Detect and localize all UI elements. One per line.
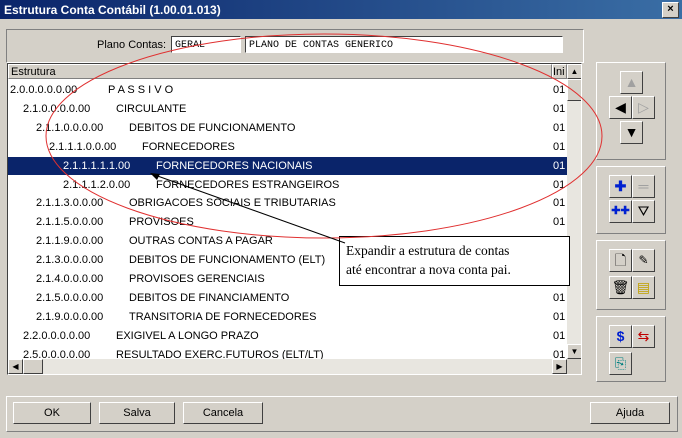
edit-icon[interactable]: ✎ [632,249,655,272]
header-estrutura[interactable]: Estrutura [8,64,552,79]
account-code: 2.1.1.1.2.0.00 [63,178,131,191]
move-right-icon[interactable]: ▷ [632,96,655,119]
tree-row[interactable]: 2.1.1.1.0.0.00 FORNECEDORES 01 [8,138,567,156]
move-down-icon[interactable]: ▼ [620,121,643,144]
tree-header: Estrutura Ini [8,64,581,81]
scroll-down-icon[interactable]: ▼ [567,344,581,359]
account-name: PROVISOES GERENCIAIS [129,273,265,285]
account-name: FORNECEDORES ESTRANGEIROS [156,178,340,191]
collapse-icon[interactable]: ═ [632,175,655,198]
account-code: 2.1.1.5.0.0.00 [36,216,104,229]
account-name: DEBITOS DE FUNCIONAMENTO [129,121,296,134]
account-code: 2.1.9.0.0.0.00 [36,310,104,323]
account-ini: 01 [553,159,566,172]
account-ini: 01 [553,140,566,153]
account-ini: 01 [553,102,566,115]
vertical-scrollbar[interactable]: ▲ ▼ [567,64,581,359]
new-document-icon[interactable]: 🗋 [609,249,632,272]
close-button[interactable]: × [662,2,679,18]
dollar-icon[interactable]: $ [609,325,632,348]
account-name: FORNECEDORES NACIONAIS [156,159,313,172]
salva-button[interactable]: Salva [99,402,175,424]
tree-row[interactable]: 2.0.0.0.0.0.00 P A S S I V O 01 [8,81,567,99]
header-ini[interactable]: Ini [552,64,567,79]
account-code: 2.1.1.3.0.0.00 [36,197,104,210]
account-ini: 01 [553,197,566,210]
ok-button[interactable]: OK [13,402,91,424]
annotation-callout: Expandir a estrutura de contas até encon… [339,236,570,286]
tree-row[interactable]: 2.1.9.0.0.0.00 TRANSITORIA DE FORNECEDORE… [8,308,567,326]
account-name: OBRIGACOES SOCIAIS E TRIBUTARIAS [129,197,336,210]
account-ini: 01 [553,178,566,191]
account-ini: 01 [553,310,566,323]
account-code: 2.1.3.0.0.0.00 [36,254,104,267]
tree-row[interactable]: 2.1.1.1.1.1.00 FORNECEDORES NACIONAIS 01 [8,155,568,176]
account-code: 2.1.1.9.0.0.00 [36,235,104,248]
account-ini: 01 [553,84,566,96]
tree-row[interactable]: 2.1.1.3.0.0.00 OBRIGACOES SOCIAIS E TRIBU… [8,194,567,212]
tree-row[interactable]: 2.1.5.0.0.0.00 DEBITOS DE FINANCIAMENTO 01 [8,289,567,307]
account-name: OUTRAS CONTAS A PAGAR [129,235,273,248]
account-name: DEBITOS DE FINANCIAMENTO [129,291,290,304]
plano-desc-field[interactable]: PLANO DE CONTAS GENERICO [245,36,563,53]
delete-icon[interactable]: 🗑 [609,276,632,299]
account-code: 2.1.1.1.1.1.00 [63,159,131,172]
callout-line-1: Expandir a estrutura de contas [346,243,510,258]
expand-all-icon[interactable]: ✚✚ [609,200,632,223]
callout-line-2: até encontrar a nova conta pai. [346,262,511,277]
account-ini: 01 [553,216,566,229]
account-name: TRANSITORIA DE FORNECEDORES [129,310,317,323]
account-code: 2.1.0.0.0.0.00 [23,102,91,115]
plano-contas-group: Plano Contas: GERAL PLANO DE CONTAS GENE… [6,29,584,63]
edit-toolbar: 🗋 ✎ 🗑 ▤ [596,240,666,310]
scroll-right-icon[interactable]: ▶ [552,359,567,374]
account-code: 2.1.4.0.0.0.00 [36,273,104,285]
account-name: EXIGIVEL A LONGO PRAZO [116,329,259,342]
filter-icon[interactable]: ⛛ [632,200,655,223]
plano-code-field[interactable]: GERAL [171,36,241,53]
account-code: 2.2.0.0.0.0.00 [23,329,91,342]
account-ini: 01 [553,121,566,134]
ajuda-button[interactable]: Ajuda [590,402,670,424]
move-up-icon[interactable]: ▲ [620,71,643,94]
account-ini: 01 [553,329,566,342]
button-bar: OK Salva Cancela Ajuda [6,396,678,432]
title-bar: Estrutura Conta Contábil (1.00.01.013) × [0,0,682,19]
export-icon[interactable]: ⎘ [609,352,632,375]
account-name: PROVISOES [129,216,194,229]
tree-row[interactable]: 2.1.0.0.0.0.00 CIRCULANTE 01 [8,100,567,118]
hscroll-thumb[interactable] [23,359,43,374]
expand-toolbar: ✚ ═ ✚✚ ⛛ [596,166,666,234]
window-title: Estrutura Conta Contábil (1.00.01.013) [4,3,221,17]
navigation-toolbar: ▲ ◀ ▷ ▼ [596,62,666,160]
tree-row[interactable]: 2.1.1.5.0.0.00 PROVISOES 01 [8,213,567,231]
scroll-up-icon[interactable]: ▲ [567,64,581,79]
account-code: 2.1.5.0.0.0.00 [36,291,104,304]
transfer-icon[interactable]: ⇆ [632,325,655,348]
note-icon[interactable]: ▤ [632,276,655,299]
move-left-icon[interactable]: ◀ [609,96,632,119]
account-name: FORNECEDORES [142,140,235,153]
account-code: 2.0.0.0.0.0.00 [10,84,78,96]
tree-row[interactable]: 2.1.1.1.2.0.00 FORNECEDORES ESTRANGEIROS 0… [8,176,567,194]
account-code: 2.1.1.1.0.0.00 [49,140,117,153]
tree-row[interactable]: 2.2.0.0.0.0.00 EXIGIVEL A LONGO PRAZO 01 [8,327,567,345]
plano-contas-label: Plano Contas: [97,39,167,51]
cancela-button[interactable]: Cancela [183,402,263,424]
scroll-thumb[interactable] [567,79,581,101]
account-code: 2.1.1.0.0.0.00 [36,121,104,134]
account-tree[interactable]: Estrutura Ini 2.0.0.0.0.0.00 P A S S I V … [7,63,582,375]
extra-toolbar: $ ⇆ ⎘ [596,316,666,382]
tree-row[interactable]: 2.1.1.0.0.0.00 DEBITOS DE FUNCIONAMENTO 01 [8,119,567,137]
scroll-corner [567,359,581,374]
expand-icon[interactable]: ✚ [609,175,632,198]
account-name: CIRCULANTE [116,102,187,115]
account-name: DEBITOS DE FUNCIONAMENTO (ELT) [129,254,326,267]
horizontal-scrollbar[interactable]: ◀ ▶ [8,359,567,374]
scroll-left-icon[interactable]: ◀ [8,359,23,374]
account-ini: 01 [553,291,566,304]
account-name: P A S S I V O [108,84,174,96]
